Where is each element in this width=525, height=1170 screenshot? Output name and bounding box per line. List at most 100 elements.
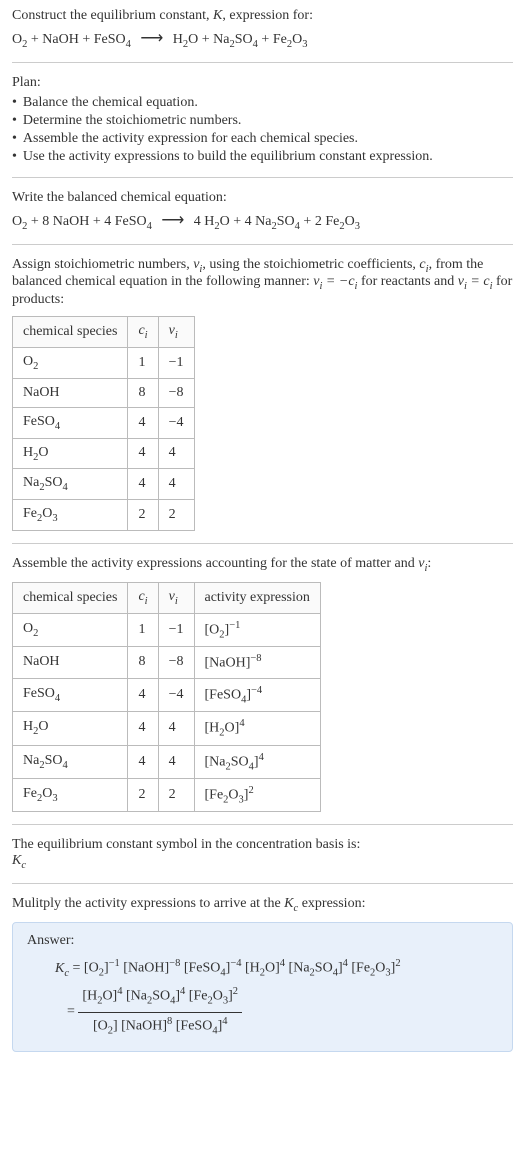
table-row: Fe2O322	[13, 500, 195, 531]
bullet-icon: •	[12, 149, 17, 165]
cell-c: 1	[128, 347, 158, 378]
plan-item-text: Balance the chemical equation.	[23, 95, 198, 111]
cell-species: Fe2O3	[13, 500, 128, 531]
nu-neg-c: νi = −ci	[313, 274, 357, 289]
assemble-text: Assemble the activity expressions accoun…	[12, 556, 513, 574]
cell-c: 4	[128, 407, 158, 438]
table-row: NaOH8−8	[13, 378, 195, 407]
multiply-section: Mulitply the activity expressions to arr…	[12, 896, 513, 1052]
cell-nu: −4	[158, 407, 194, 438]
cell-nu: 4	[158, 712, 194, 745]
table-row: O21−1[O2]−1	[13, 613, 321, 646]
cell-nu: −1	[158, 613, 194, 646]
eq-lhs: O2 + 8 NaOH + 4 FeSO4	[12, 214, 152, 229]
cell-nu: 2	[158, 500, 194, 531]
cell-nu: 4	[158, 469, 194, 500]
nu-eq-c: νi = ci	[458, 274, 493, 289]
fraction-denominator: [O2] [NaOH]8 [FeSO4]4	[78, 1013, 242, 1041]
col-nui: νi	[158, 317, 194, 348]
fraction: [H2O]4 [Na2SO4]4 [Fe2O3]2 [O2] [NaOH]8 […	[78, 983, 242, 1041]
assign-b: , using the stoichiometric coefficients,	[202, 257, 419, 272]
plan-item-text: Determine the stoichiometric numbers.	[23, 113, 242, 129]
multiply-a: Mulitply the activity expressions to arr…	[12, 896, 284, 911]
divider	[12, 883, 513, 884]
assemble-section: Assemble the activity expressions accoun…	[12, 556, 513, 813]
kc-line2: = [H2O]4 [Na2SO4]4 [Fe2O3]2 [O2] [NaOH]8…	[55, 983, 498, 1041]
table-row: FeSO44−4[FeSO4]−4	[13, 678, 321, 711]
plan-section: Plan: • Balance the chemical equation. • D…	[12, 75, 513, 165]
plan-item: • Use the activity expressions to build t…	[12, 149, 513, 165]
kc-line1: The equilibrium constant symbol in the c…	[12, 837, 513, 853]
answer-label: Answer:	[27, 933, 498, 949]
kc-symbol: Kc	[12, 853, 513, 871]
col-species: chemical species	[13, 582, 128, 613]
table-row: Fe2O322[Fe2O3]2	[13, 779, 321, 812]
cell-species: H2O	[13, 712, 128, 745]
cell-species: FeSO4	[13, 407, 128, 438]
bullet-icon: •	[12, 113, 17, 129]
col-activity: activity expression	[194, 582, 320, 613]
cell-nu: −1	[158, 347, 194, 378]
assemble-a: Assemble the activity expressions accoun…	[12, 556, 418, 571]
cell-activity: [FeSO4]−4	[194, 678, 320, 711]
assign-text: Assign stoichiometric numbers, νi, using…	[12, 257, 513, 309]
arrow-icon: ⟶	[155, 212, 190, 229]
cell-c: 4	[128, 678, 158, 711]
kc-symbol-section: The equilibrium constant symbol in the c…	[12, 837, 513, 871]
cell-nu: −8	[158, 378, 194, 407]
col-nui: νi	[158, 582, 194, 613]
bullet-icon: •	[12, 131, 17, 147]
cell-activity: [O2]−1	[194, 613, 320, 646]
plan-list: • Balance the chemical equation. • Determi…	[12, 95, 513, 165]
assemble-b: :	[427, 556, 431, 571]
c-symbol: ci	[419, 257, 428, 272]
table-row: Na2SO444	[13, 469, 195, 500]
plan-item: •Assemble the activity expression for ea…	[12, 131, 513, 147]
cell-nu: 2	[158, 779, 194, 812]
plan-item-text: Use the activity expressions to build th…	[23, 149, 433, 165]
cell-c: 8	[128, 647, 158, 679]
k-symbol: K	[213, 8, 222, 23]
cell-c: 2	[128, 779, 158, 812]
cell-c: 8	[128, 378, 158, 407]
fraction-numerator: [H2O]4 [Na2SO4]4 [Fe2O3]2	[78, 983, 242, 1012]
balanced-equation: O2 + 8 NaOH + 4 FeSO4 ⟶ 4 H2O + 4 Na2SO4…	[12, 210, 513, 232]
cell-species: NaOH	[13, 647, 128, 679]
cell-nu: 4	[158, 438, 194, 469]
cell-activity: [Fe2O3]2	[194, 779, 320, 812]
answer-box: Answer: Kc = [O2]−1 [NaOH]−8 [FeSO4]−4 […	[12, 922, 513, 1052]
intro-text-a: Construct the equilibrium constant,	[12, 8, 213, 23]
unbalanced-equation: O2 + NaOH + FeSO4 ⟶ H2O + Na2SO4 + Fe2O3	[12, 28, 513, 50]
table-row: FeSO44−4	[13, 407, 195, 438]
cell-species: Fe2O3	[13, 779, 128, 812]
bullet-icon: •	[12, 95, 17, 111]
col-ci: ci	[128, 317, 158, 348]
table-row: NaOH8−8[NaOH]−8	[13, 647, 321, 679]
assign-section: Assign stoichiometric numbers, νi, using…	[12, 257, 513, 531]
eq-rhs: H2O + Na2SO4 + Fe2O3	[173, 32, 308, 47]
col-ci: ci	[128, 582, 158, 613]
activity-table: chemical species ci νi activity expressi…	[12, 582, 321, 813]
kc-symbol-inline: Kc	[284, 896, 298, 911]
divider	[12, 543, 513, 544]
cell-c: 1	[128, 613, 158, 646]
arrow-icon: ⟶	[134, 30, 169, 47]
stoich-table: chemical species ci νi O21−1 NaOH8−8 FeS…	[12, 316, 195, 531]
divider	[12, 244, 513, 245]
balanced-heading: Write the balanced chemical equation:	[12, 190, 513, 206]
cell-activity: [NaOH]−8	[194, 647, 320, 679]
multiply-text: Mulitply the activity expressions to arr…	[12, 896, 513, 914]
cell-species: Na2SO4	[13, 469, 128, 500]
table-header-row: chemical species ci νi	[13, 317, 195, 348]
cell-nu: −4	[158, 678, 194, 711]
cell-c: 4	[128, 438, 158, 469]
plan-heading: Plan:	[12, 75, 513, 91]
cell-species: H2O	[13, 438, 128, 469]
nu-symbol: νi	[193, 257, 202, 272]
eq-rhs: 4 H2O + 4 Na2SO4 + 2 Fe2O3	[194, 214, 360, 229]
cell-c: 4	[128, 745, 158, 778]
plan-item: • Determine the stoichiometric numbers.	[12, 113, 513, 129]
divider	[12, 62, 513, 63]
cell-species: O2	[13, 613, 128, 646]
cell-c: 4	[128, 712, 158, 745]
